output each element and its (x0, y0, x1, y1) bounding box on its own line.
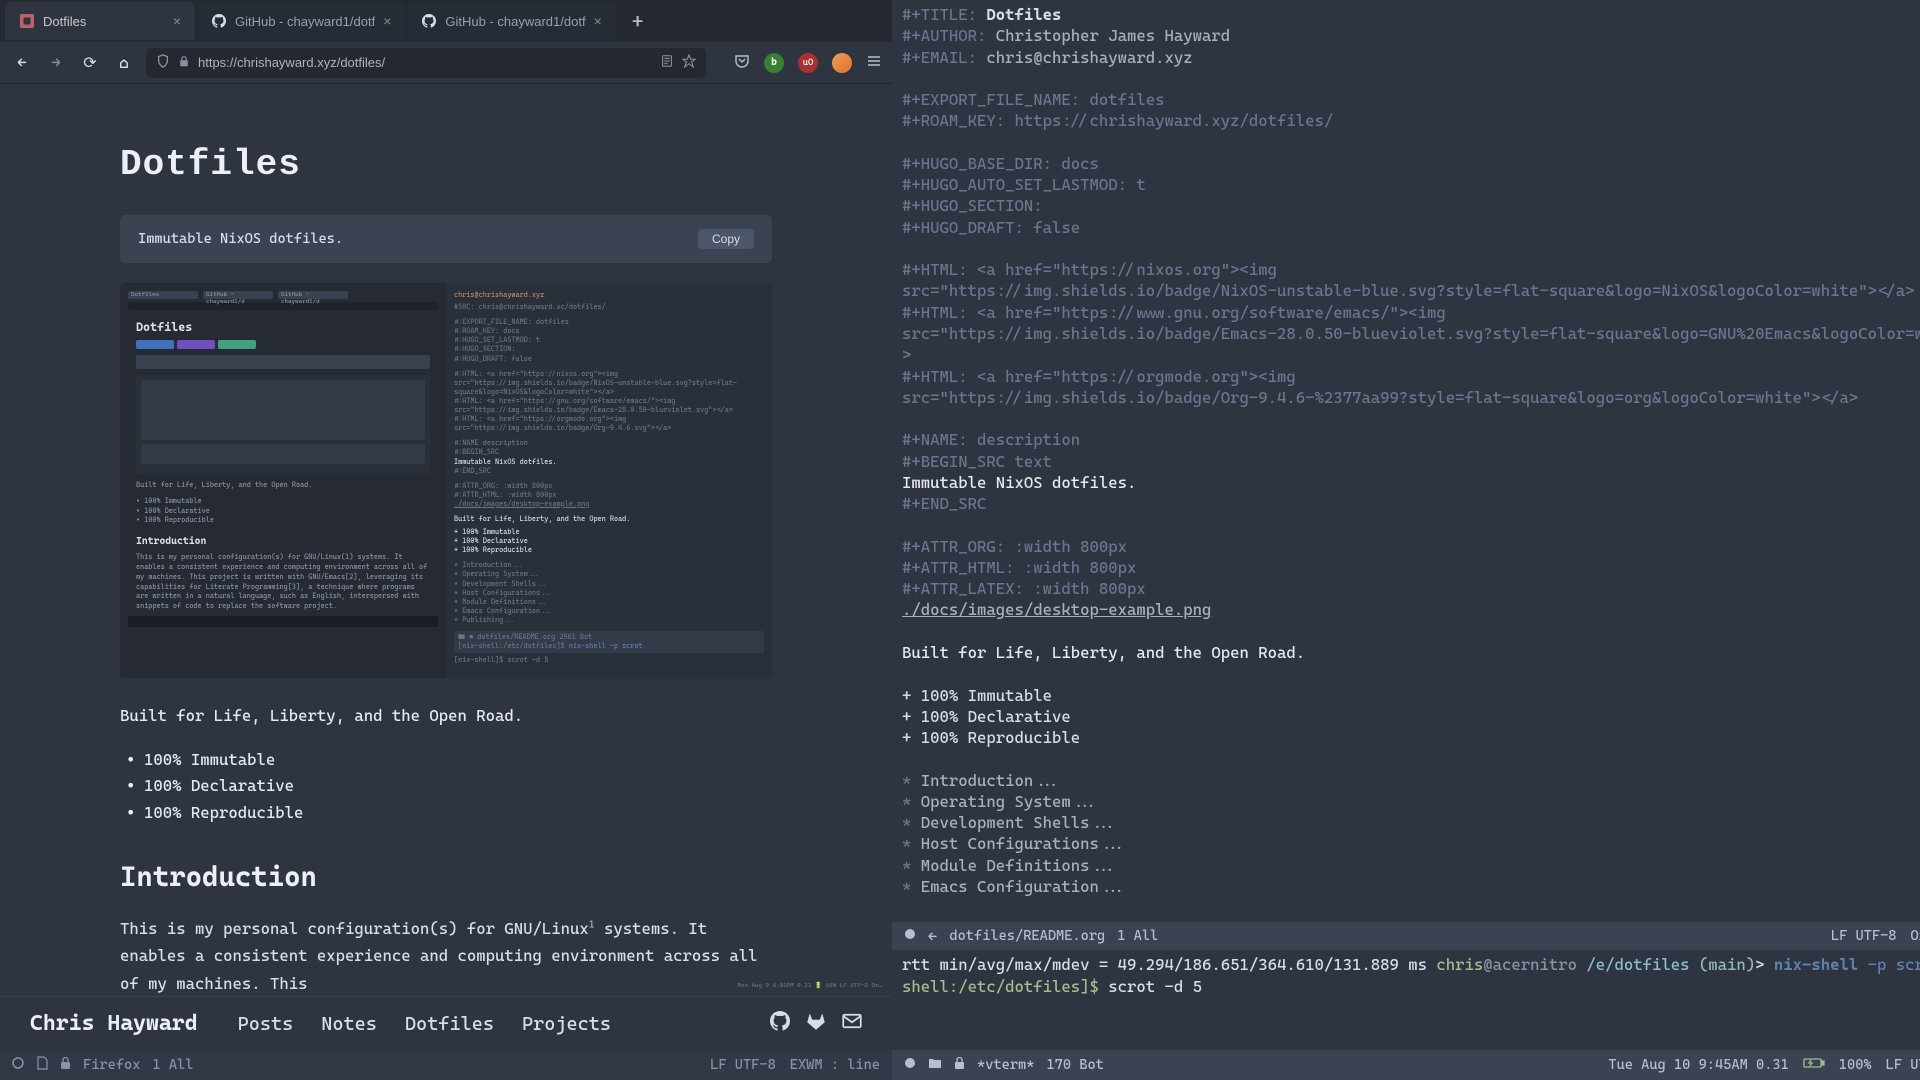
list-item: 100% Immutable (144, 747, 772, 773)
shield-icon[interactable] (156, 54, 170, 71)
list-item: 100% Reproducible (144, 800, 772, 826)
editor-buffer[interactable]: #+TITLE: Dotfiles #+AUTHOR: Christopher … (892, 0, 1920, 922)
folder-icon (928, 1057, 942, 1073)
datetime: Tue Aug 10 9:45AM 0.31 (1608, 1057, 1788, 1073)
terminal-modeline: *vterm* 170 Bot Tue Aug 10 9:45AM 0.31 1… (892, 1050, 1920, 1080)
tab-title: Dotfiles (43, 14, 165, 29)
position: 1 All (152, 1057, 193, 1073)
browser-tab[interactable]: GitHub - chayward1/dotf × (197, 2, 405, 40)
major-mode: EXWM : line (790, 1057, 880, 1073)
browser-tab[interactable]: GitHub - chayward1/dotf × (407, 2, 615, 40)
bookmark-icon[interactable] (682, 54, 696, 71)
github-favicon-icon (211, 13, 227, 29)
file-icon (36, 1056, 48, 1074)
lock-icon (954, 1057, 965, 1074)
nav-notes[interactable]: Notes (321, 1013, 377, 1035)
list-item: 100% Declarative (144, 773, 772, 799)
lock-icon (60, 1057, 71, 1074)
forward-button[interactable]: → (44, 53, 68, 72)
browser-toolbar: ← → ⟳ ⌂ https://chrishayward.xyz/dotfile… (0, 42, 892, 84)
position: 170 Bot (1046, 1057, 1103, 1073)
copy-button[interactable]: Copy (698, 229, 754, 249)
reload-button[interactable]: ⟳ (78, 53, 102, 72)
tagline: Built for Life, Liberty, and the Open Ro… (120, 706, 772, 725)
intro-paragraph: This is my personal configuration(s) for… (120, 915, 772, 996)
extension-icon[interactable] (832, 53, 852, 73)
menu-icon[interactable] (866, 53, 882, 73)
browser-tab-bar: Dotfiles × GitHub - chayward1/dotf × Git… (0, 0, 892, 42)
tab-close-icon[interactable]: × (173, 13, 181, 29)
screenshot-image: DotfilesGitHub -chayward1/dGitHub -chayw… (120, 283, 772, 678)
site-favicon-icon (19, 13, 35, 29)
position: 1 All (1117, 928, 1158, 944)
nav-dotfiles[interactable]: Dotfiles (405, 1013, 494, 1035)
intro-heading: Introduction (120, 860, 772, 893)
circle-icon (12, 1057, 24, 1073)
tab-title: GitHub - chayward1/dotf (445, 14, 585, 29)
pocket-icon[interactable] (734, 53, 750, 73)
battery-pct: 100% (1839, 1057, 1872, 1073)
site-nav: Chris Hayward Posts Notes Dotfiles Proje… (0, 996, 892, 1050)
battery-icon (1803, 1057, 1825, 1073)
feature-list: 100% Immutable 100% Declarative 100% Rep… (120, 747, 772, 826)
lock-icon[interactable] (178, 55, 190, 70)
gitlab-icon[interactable] (806, 1011, 826, 1036)
buffer-path: dotfiles/README.org (949, 928, 1105, 944)
buffer-name: *vterm* (977, 1057, 1034, 1073)
home-button[interactable]: ⌂ (112, 53, 136, 72)
circle-icon (904, 1057, 916, 1073)
circle-icon (904, 928, 916, 944)
browser-tab-active[interactable]: Dotfiles × (5, 2, 195, 40)
site-brand[interactable]: Chris Hayward (30, 1011, 198, 1036)
major-mode: Org (1910, 928, 1920, 944)
github-favicon-icon (421, 13, 437, 29)
code-block: Immutable NixOS dotfiles. Copy (120, 215, 772, 263)
encoding: LF UTF-8 (710, 1057, 776, 1073)
editor-modeline: ← dotfiles/README.org 1 All LF UTF-8 Org… (892, 922, 1920, 950)
tab-title: GitHub - chayward1/dotf (235, 14, 375, 29)
back-button[interactable]: ← (10, 53, 34, 72)
nav-projects[interactable]: Projects (522, 1013, 611, 1035)
page-title: Dotfiles (120, 144, 772, 185)
nav-posts[interactable]: Posts (238, 1013, 294, 1035)
modeline-left: Firefox 1 All LF UTF-8 EXWM : line (0, 1050, 892, 1080)
url-bar[interactable]: https://chrishayward.xyz/dotfiles/ (146, 48, 706, 78)
ublock-icon[interactable]: uO (798, 53, 818, 73)
new-tab-button[interactable]: + (618, 9, 658, 33)
encoding: LF UTF-8 (1886, 1057, 1920, 1073)
encoding: LF UTF-8 (1831, 928, 1897, 944)
back-arrow-icon: ← (928, 927, 937, 946)
url-text: https://chrishayward.xyz/dotfiles/ (198, 55, 652, 70)
bitwarden-icon[interactable]: b (764, 53, 784, 73)
tab-close-icon[interactable]: × (594, 13, 602, 29)
code-text: Immutable NixOS dotfiles. (138, 231, 343, 247)
email-icon[interactable] (842, 1011, 862, 1036)
buffer-name: Firefox (83, 1057, 140, 1073)
tab-close-icon[interactable]: × (383, 13, 391, 29)
page-content[interactable]: Dotfiles Immutable NixOS dotfiles. Copy … (0, 84, 892, 996)
terminal[interactable]: rtt min/avg/max/mdev = 49.294/186.651/36… (892, 950, 1920, 1050)
reader-mode-icon[interactable] (660, 54, 674, 71)
github-icon[interactable] (770, 1011, 790, 1036)
